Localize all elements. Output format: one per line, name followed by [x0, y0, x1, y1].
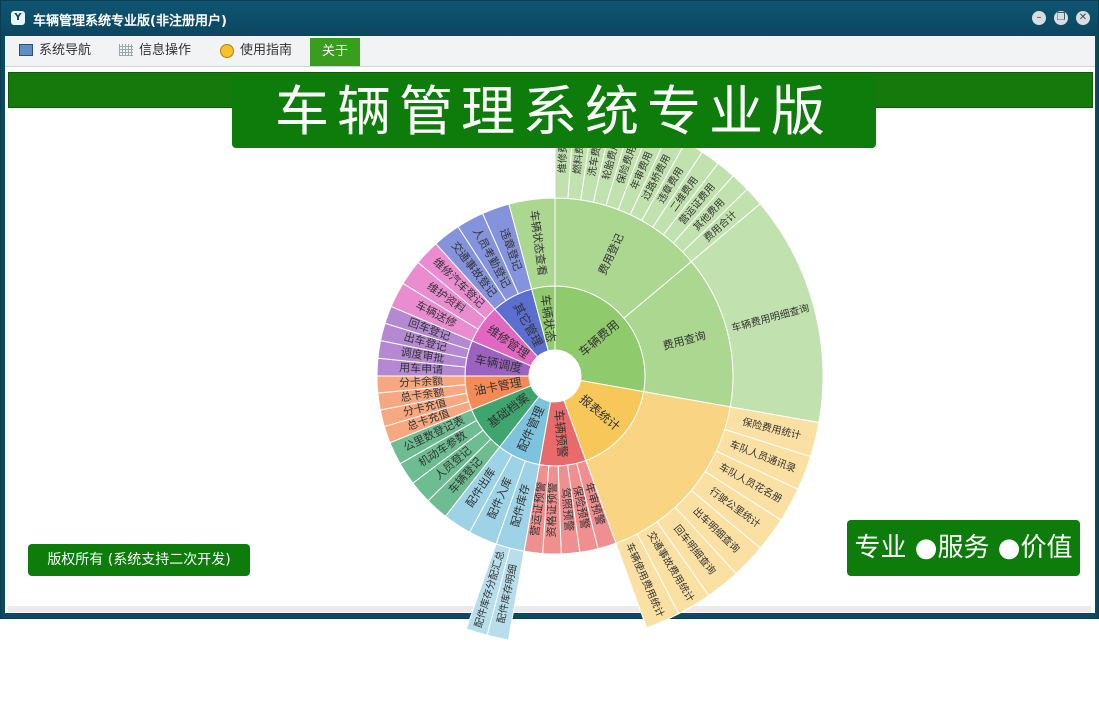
menu-bar: 系统导航 信息操作 使用指南 关于	[5, 36, 1095, 67]
restore-icon[interactable]: ❐	[1054, 11, 1068, 25]
menu-user-guide-label: 使用指南	[240, 43, 293, 58]
lightbulb-icon	[220, 44, 234, 58]
slogan-badge: 专业 ●服务 ●价值	[847, 520, 1080, 576]
copyright-badge: 版权所有 (系统支持二次开发)	[28, 544, 250, 576]
grid-icon	[119, 44, 133, 56]
monitor-icon	[19, 44, 33, 56]
menu-info-ops[interactable]: 信息操作	[117, 36, 191, 66]
menu-info-ops-label: 信息操作	[139, 43, 192, 58]
menu-about[interactable]: 关于	[310, 38, 360, 66]
menu-system-nav[interactable]: 系统导航	[17, 36, 91, 66]
minimize-icon[interactable]: –	[1032, 11, 1046, 25]
banner-title: 车辆管理系统专业版	[232, 76, 876, 148]
horizontal-scrollbar[interactable]	[8, 606, 1091, 612]
menu-system-nav-label: 系统导航	[39, 43, 92, 58]
menu-user-guide[interactable]: 使用指南	[218, 36, 292, 66]
window-title: 车辆管理系统专业版(非注册用户)	[33, 14, 227, 29]
close-icon[interactable]: ✕	[1076, 11, 1090, 25]
app-logo-icon: Y	[11, 11, 25, 25]
title-bar: Y 车辆管理系统专业版(非注册用户) – ❐ ✕	[1, 1, 1098, 36]
